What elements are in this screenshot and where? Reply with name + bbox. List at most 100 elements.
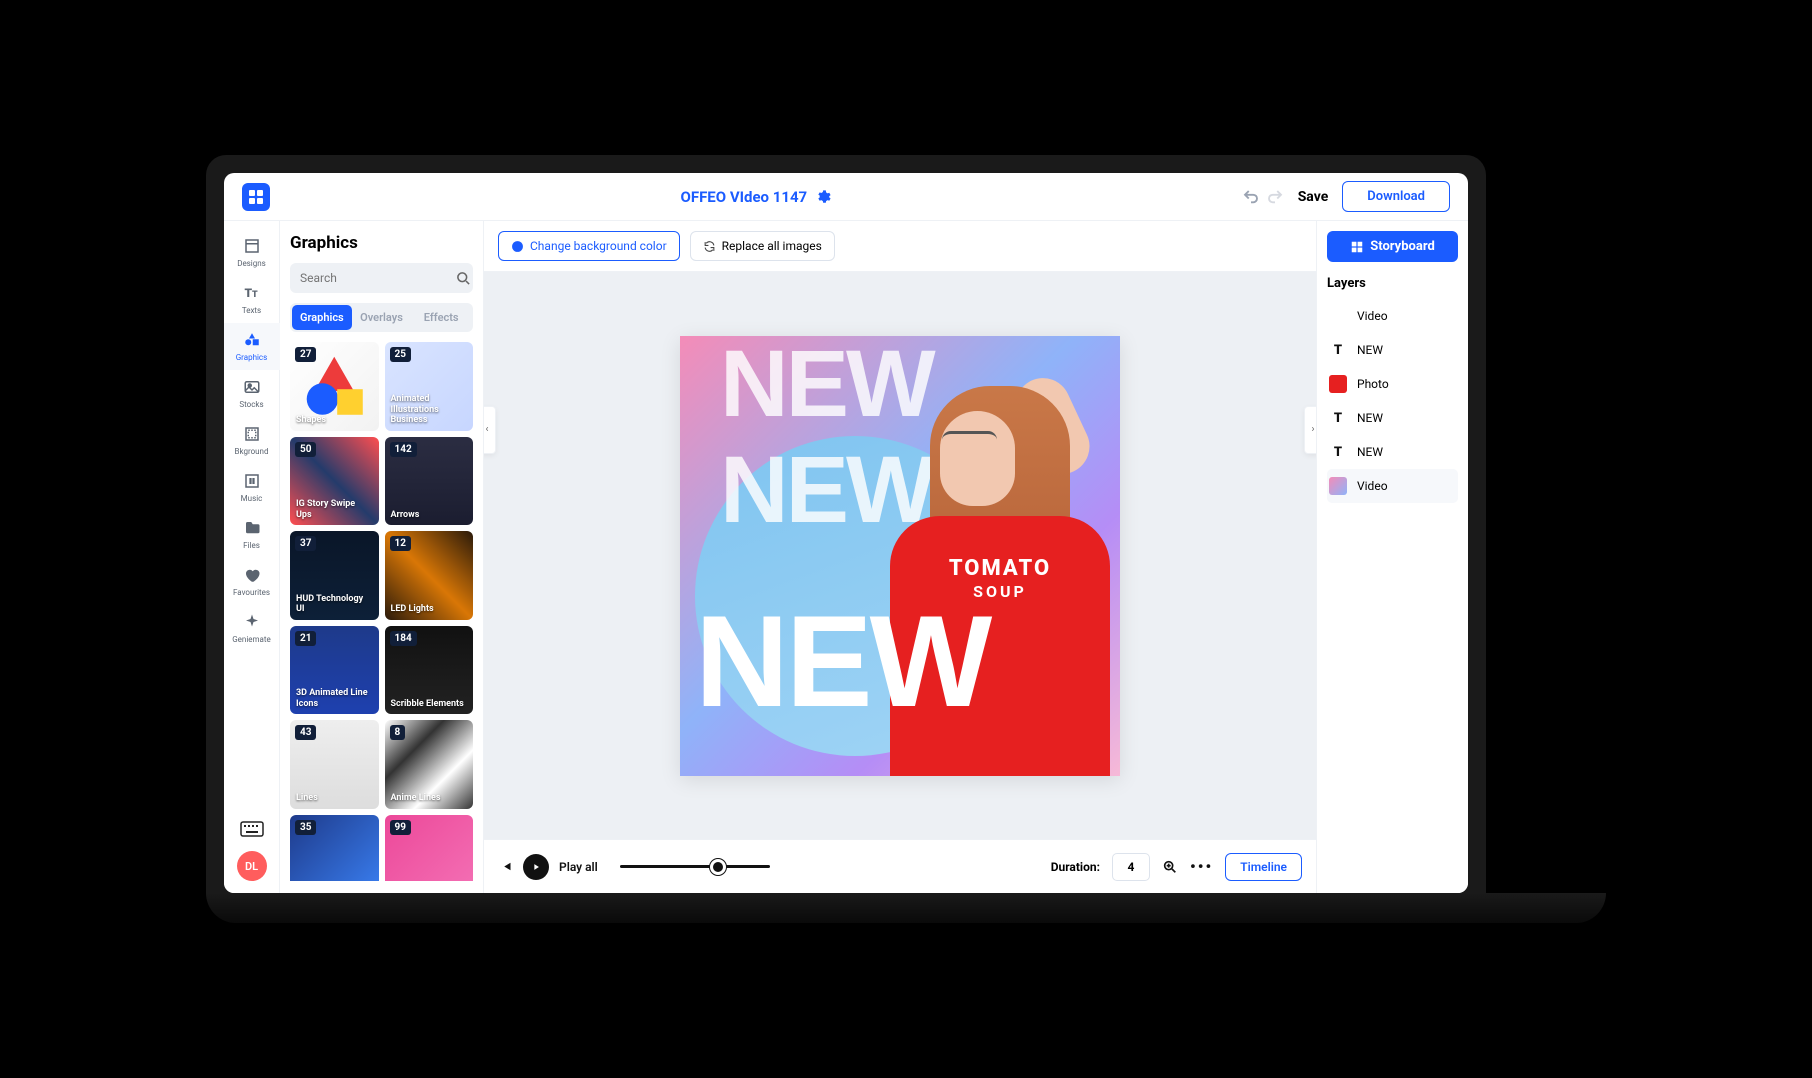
palette-icon	[511, 240, 524, 253]
tab-overlays[interactable]: Overlays	[352, 305, 412, 330]
playback-bar: Play all Duration: 4 ••• Timeline	[484, 839, 1316, 893]
text-icon: T	[1329, 341, 1347, 359]
layer-item[interactable]: Photo	[1327, 367, 1458, 401]
storyboard-icon	[1350, 240, 1364, 254]
collapse-left-handle[interactable]: ‹	[484, 406, 496, 454]
card-count-badge: 99	[390, 820, 411, 835]
skip-back-icon[interactable]	[498, 859, 513, 874]
replace-images-button[interactable]: Replace all images	[690, 231, 835, 261]
search-input[interactable]	[290, 263, 473, 293]
nav-label: Graphics	[236, 353, 268, 362]
geniemate-icon	[243, 613, 261, 631]
stocks-icon	[243, 378, 261, 396]
nav-files[interactable]: Files	[224, 511, 280, 558]
layer-item[interactable]: T NEW	[1327, 333, 1458, 367]
keyboard-shortcuts-icon[interactable]	[240, 819, 264, 839]
artboard[interactable]: NEW NEW TOMATO SOUP NEW	[680, 336, 1120, 776]
nav-designs[interactable]: Designs	[224, 229, 280, 276]
zoom-icon[interactable]	[1162, 859, 1178, 875]
card-label: IG Story Swipe Ups	[296, 499, 373, 520]
nav-label: Favourites	[233, 588, 270, 597]
card-count-badge: 25	[390, 347, 411, 362]
nav-graphics[interactable]: Graphics	[224, 323, 280, 370]
nav-music[interactable]: Music	[224, 464, 280, 511]
storyboard-button[interactable]: Storyboard	[1327, 231, 1458, 262]
nav-geniemate[interactable]: Geniemate	[224, 605, 280, 652]
card-count-badge: 50	[295, 442, 316, 457]
gear-icon[interactable]	[815, 189, 831, 205]
layer-item[interactable]: Video	[1327, 299, 1458, 333]
nav-label: Designs	[237, 259, 266, 268]
graphics-card[interactable]: 99	[385, 815, 474, 882]
canvas-text-3[interactable]: NEW	[695, 586, 989, 736]
graphics-card[interactable]: 213D Animated Line Icons	[290, 626, 379, 715]
graphics-card[interactable]: 184Scribble Elements	[385, 626, 474, 715]
canvas-column: Change background color Replace all imag…	[484, 221, 1316, 893]
user-avatar[interactable]: DL	[237, 851, 267, 881]
card-label: Animated Illustrations Business	[391, 394, 468, 425]
graphics-card[interactable]: 142Arrows	[385, 437, 474, 526]
download-button[interactable]: Download	[1342, 181, 1450, 212]
nav-label: Stocks	[239, 400, 263, 409]
designs-icon	[243, 237, 261, 255]
graphics-card[interactable]: 25 Animated Illustrations Business	[385, 342, 474, 431]
search-field[interactable]	[300, 271, 456, 285]
card-count-badge: 142	[390, 442, 417, 457]
nav-bkground[interactable]: Bkground	[224, 417, 280, 464]
play-button[interactable]	[523, 854, 549, 880]
layer-item[interactable]: TNEW	[1327, 401, 1458, 435]
more-icon[interactable]: •••	[1190, 857, 1213, 876]
search-icon	[456, 271, 471, 286]
graphics-card[interactable]: 8 Anime Lines	[385, 720, 474, 809]
tab-graphics[interactable]: Graphics	[292, 305, 352, 330]
card-count-badge: 8	[390, 725, 406, 740]
nav-favourites[interactable]: Favourites	[224, 558, 280, 605]
timeline-button[interactable]: Timeline	[1225, 853, 1302, 881]
undo-icon[interactable]	[1242, 188, 1260, 206]
card-count-badge: 35	[295, 820, 316, 835]
redo-icon[interactable]	[1266, 188, 1284, 206]
graphics-panel: Graphics Graphics Overlays Effects 27Sha…	[280, 221, 484, 893]
change-bg-button[interactable]: Change background color	[498, 231, 680, 261]
nav-label: Bkground	[235, 447, 269, 456]
project-title[interactable]: OFFEO VIdeo 1147	[681, 188, 808, 206]
layer-name: NEW	[1357, 445, 1383, 459]
canvas-viewport[interactable]: ‹ › NEW NEW TOMATO SOUP NEW	[484, 272, 1316, 839]
nav-label: Texts	[242, 306, 261, 315]
card-count-badge: 184	[390, 631, 417, 646]
video-icon	[1329, 477, 1347, 495]
graphics-card[interactable]: 37HUD Technology UI	[290, 531, 379, 620]
right-panel: Storyboard Layers VideoTNEWPhotoTNEWTNEW…	[1316, 221, 1468, 893]
graphics-card[interactable]: 12LED Lights	[385, 531, 474, 620]
card-label: 3D Animated Line Icons	[296, 688, 373, 709]
graphics-card[interactable]: 27 Shapes	[290, 342, 379, 431]
brand-logo[interactable]	[242, 183, 270, 211]
playback-slider[interactable]	[620, 865, 770, 868]
layers-title: Layers	[1327, 276, 1458, 291]
layer-item[interactable]: TNEW	[1327, 435, 1458, 469]
card-count-badge: 43	[295, 725, 316, 740]
save-button[interactable]: Save	[1298, 189, 1329, 205]
nav-texts[interactable]: TTTexts	[224, 276, 280, 323]
blank-icon	[1329, 307, 1347, 325]
nav-stocks[interactable]: Stocks	[224, 370, 280, 417]
layer-item[interactable]: Video	[1327, 469, 1458, 503]
play-all-label[interactable]: Play all	[559, 860, 598, 874]
layer-name: NEW	[1357, 411, 1383, 425]
tab-effects[interactable]: Effects	[411, 305, 471, 330]
graphics-card[interactable]: 35	[290, 815, 379, 882]
canvas-toolbar: Change background color Replace all imag…	[484, 221, 1316, 272]
duration-input[interactable]: 4	[1112, 853, 1150, 881]
card-label: Anime Lines	[391, 793, 468, 803]
card-count-badge: 27	[295, 347, 316, 362]
layer-name: NEW	[1357, 343, 1383, 357]
photo-icon	[1329, 375, 1347, 393]
collapse-right-handle[interactable]: ›	[1304, 406, 1316, 454]
nav-label: Geniemate	[232, 635, 271, 644]
card-label: Lines	[296, 793, 373, 803]
graphics-card[interactable]: 43 Lines	[290, 720, 379, 809]
card-label: Shapes	[296, 415, 373, 425]
graphics-card[interactable]: 50 IG Story Swipe Ups	[290, 437, 379, 526]
svg-text:T: T	[252, 290, 258, 300]
layer-name: Photo	[1357, 377, 1389, 391]
